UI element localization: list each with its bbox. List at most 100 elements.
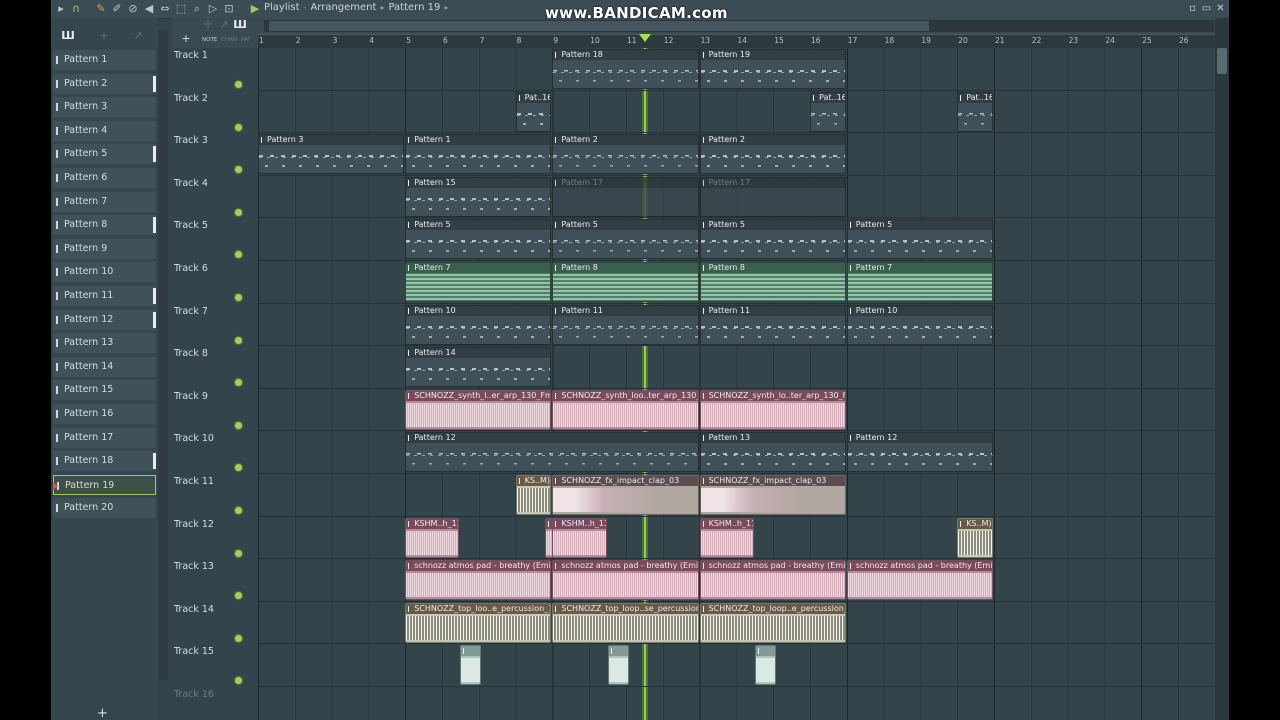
pattern-list-item[interactable]: Pattern 10 xyxy=(53,262,156,283)
audio-clip[interactable]: schnozz atmos pad - breathy (Emin) xyxy=(699,560,846,601)
track-mute-led[interactable] xyxy=(235,379,242,387)
audio-clip[interactable]: SCHNOZZ_top_loop..e_percussion_128 xyxy=(699,602,846,643)
pattern-clip[interactable]: Pattern 11 xyxy=(552,304,699,345)
arrangement-grid[interactable]: Pattern 18 Pattern 19 Pat..16 Pat..16 Pat..1… xyxy=(258,48,1218,720)
magnet-icon[interactable]: ∩ xyxy=(69,2,83,16)
pattern-list-item[interactable]: Pattern 1 xyxy=(53,50,156,70)
audio-clip[interactable]: SCHNOZZ_synth_l..er_arp_130_Fmin xyxy=(405,389,552,430)
pattern-clip[interactable]: Pattern 1 xyxy=(405,134,552,175)
pattern-list-item[interactable]: Pattern 12 xyxy=(53,309,156,330)
track-mute-led[interactable] xyxy=(235,81,242,88)
pattern-list-item[interactable]: Pattern 19 xyxy=(53,474,156,495)
chan-label[interactable]: CHAN xyxy=(221,37,237,43)
track-header[interactable]: Track 10 xyxy=(172,431,248,475)
snap-icon[interactable]: ✛ xyxy=(201,18,215,32)
track-header[interactable]: Track 7 xyxy=(172,303,248,348)
track-mute-led[interactable] xyxy=(235,336,242,344)
pattern-clip[interactable]: Pattern 10 xyxy=(846,304,993,345)
select-icon[interactable]: ⬚ xyxy=(174,2,188,16)
pattern-clip[interactable]: Pattern 12 xyxy=(846,432,993,473)
track-header[interactable]: Track 11 xyxy=(172,474,248,518)
vertical-scroll-thumb[interactable] xyxy=(1217,48,1227,74)
audio-clip[interactable]: schnozz atmos pad - breathy (Emin) xyxy=(846,560,993,601)
pattern-list-item[interactable]: Pattern 20 xyxy=(53,498,156,519)
pattern-clip[interactable]: Pattern 19 xyxy=(699,49,846,89)
pattern-list-item[interactable]: Pattern 3 xyxy=(53,97,156,118)
pattern-clip[interactable]: Pat..16 xyxy=(957,91,993,132)
audio-clip[interactable]: SCHNOZZ_fx_impact_clap_03 xyxy=(699,475,846,515)
track-mute-led[interactable] xyxy=(235,166,242,174)
audio-clip[interactable]: schnozz atmos pad - breathy (Emin) xyxy=(552,560,699,601)
pattern-list-item[interactable]: Pattern 7 xyxy=(53,191,156,212)
vertical-scrollbar[interactable] xyxy=(1215,18,1229,720)
audio-clip[interactable]: SCHNOZZ_synth_lo..ter_arp_130_Fmin xyxy=(699,389,846,430)
track-mute-led[interactable] xyxy=(235,507,242,514)
pattern-clip[interactable]: Pat..16 xyxy=(515,91,552,132)
speaker-icon[interactable]: ◀ xyxy=(142,2,156,16)
track-mute-led[interactable] xyxy=(235,251,242,259)
audio-clip[interactable]: KS..M) xyxy=(515,475,552,515)
note-label[interactable]: NOTE xyxy=(202,37,217,43)
pattern-list-item[interactable]: Pattern 2 xyxy=(53,73,156,94)
audio-clip[interactable]: schnozz atmos pad - breathy (Emin) xyxy=(405,560,552,601)
pattern-clip[interactable]: Pattern 5 xyxy=(552,219,699,260)
pattern-clip[interactable]: Pattern 5 xyxy=(699,219,846,260)
pattern-clip[interactable]: Pattern 7 xyxy=(405,262,552,302)
track-mute-led[interactable] xyxy=(235,464,242,472)
pattern-list-item[interactable]: Pattern 4 xyxy=(53,120,156,141)
pattern-clip[interactable]: Pattern 3 xyxy=(258,134,405,175)
track-header[interactable]: Track 12 xyxy=(172,516,248,561)
play-icon[interactable]: ▸ xyxy=(54,2,68,16)
pattern-clip[interactable]: Pattern 17 xyxy=(699,176,846,217)
pattern-list-item[interactable]: Pattern 5 xyxy=(53,144,156,165)
pattern-clip[interactable]: Pattern 15 xyxy=(405,176,552,217)
pattern-list-item[interactable]: Pattern 16 xyxy=(53,403,156,424)
audio-clip[interactable] xyxy=(754,645,776,686)
brush-icon[interactable]: ✐ xyxy=(110,2,124,16)
title-part-pattern[interactable]: Pattern 19 xyxy=(388,2,440,13)
audio-clip[interactable]: KS..M) xyxy=(957,517,993,558)
pattern-clip[interactable]: Pattern 11 xyxy=(699,304,846,345)
pattern-list-item[interactable]: Pattern 15 xyxy=(53,380,156,401)
lock-icon[interactable]: ⊡ xyxy=(222,2,236,16)
mute-icon[interactable]: ⊘ xyxy=(126,2,140,16)
pattern-list-item[interactable]: Pattern 13 xyxy=(53,333,156,354)
track-mute-led[interactable] xyxy=(235,421,242,429)
playback-icon[interactable]: ▷ xyxy=(206,2,220,16)
zoom-icon[interactable]: ⌕ xyxy=(190,2,204,16)
track-header[interactable]: Track 16 xyxy=(172,687,248,720)
pattern-clip[interactable]: Pattern 13 xyxy=(699,432,846,473)
track-header[interactable]: Track 14 xyxy=(172,601,248,646)
add-pattern-button[interactable]: + xyxy=(97,706,108,720)
audio-clip[interactable]: SCHNOZZ_synth_loo..ter_arp_130_Fmin xyxy=(552,389,699,430)
audio-clip[interactable]: SCHNOZZ_fx_impact_clap_03 xyxy=(552,475,699,515)
pat-label[interactable]: PAT xyxy=(241,37,251,43)
track-header[interactable]: Track 15 xyxy=(172,644,248,688)
track-header[interactable]: Track 3 xyxy=(172,133,248,177)
track-mute-led[interactable] xyxy=(235,592,242,600)
pattern-list-item[interactable]: Pattern 18 xyxy=(53,451,156,472)
piano-roll-icon[interactable]: Ш xyxy=(233,18,247,32)
plus-icon[interactable]: + xyxy=(97,29,111,43)
playhead-marker[interactable] xyxy=(639,34,652,42)
pattern-clip[interactable]: Pattern 7 xyxy=(846,262,993,302)
horizontal-scroll-thumb[interactable] xyxy=(269,21,929,31)
audio-clip[interactable]: KSHM..h_11 xyxy=(552,517,607,558)
audio-clip[interactable] xyxy=(607,645,629,686)
pattern-clip[interactable]: Pattern 10 xyxy=(405,304,552,345)
pattern-clip[interactable]: Pattern 18 xyxy=(552,49,699,89)
slide-icon[interactable]: ↗ xyxy=(217,18,231,32)
track-header[interactable]: Track 5 xyxy=(172,218,248,262)
pattern-clip[interactable]: Pattern 5 xyxy=(405,219,552,260)
arrow-icon[interactable]: ↗ xyxy=(131,29,145,43)
horizontal-scrollbar[interactable] xyxy=(264,20,1214,32)
track-header[interactable]: Track 4 xyxy=(172,175,248,220)
piano-icon[interactable]: Ш xyxy=(61,29,75,43)
timeline-ruler[interactable]: 1 2 3 4 5 6 7 8 9 10 11 12 13 14 15 16 17 18 19 20 21 22 23 24 2… xyxy=(258,34,1218,49)
close-icon[interactable]: ✕ xyxy=(1214,2,1227,15)
minimize-icon[interactable]: ▫ xyxy=(1186,2,1199,15)
pattern-clip[interactable]: Pattern 8 xyxy=(552,262,699,302)
pattern-clip[interactable]: Pattern 17 xyxy=(552,176,699,217)
track-mute-led[interactable] xyxy=(235,123,242,131)
pattern-list-item[interactable]: Pattern 17 xyxy=(53,427,156,448)
